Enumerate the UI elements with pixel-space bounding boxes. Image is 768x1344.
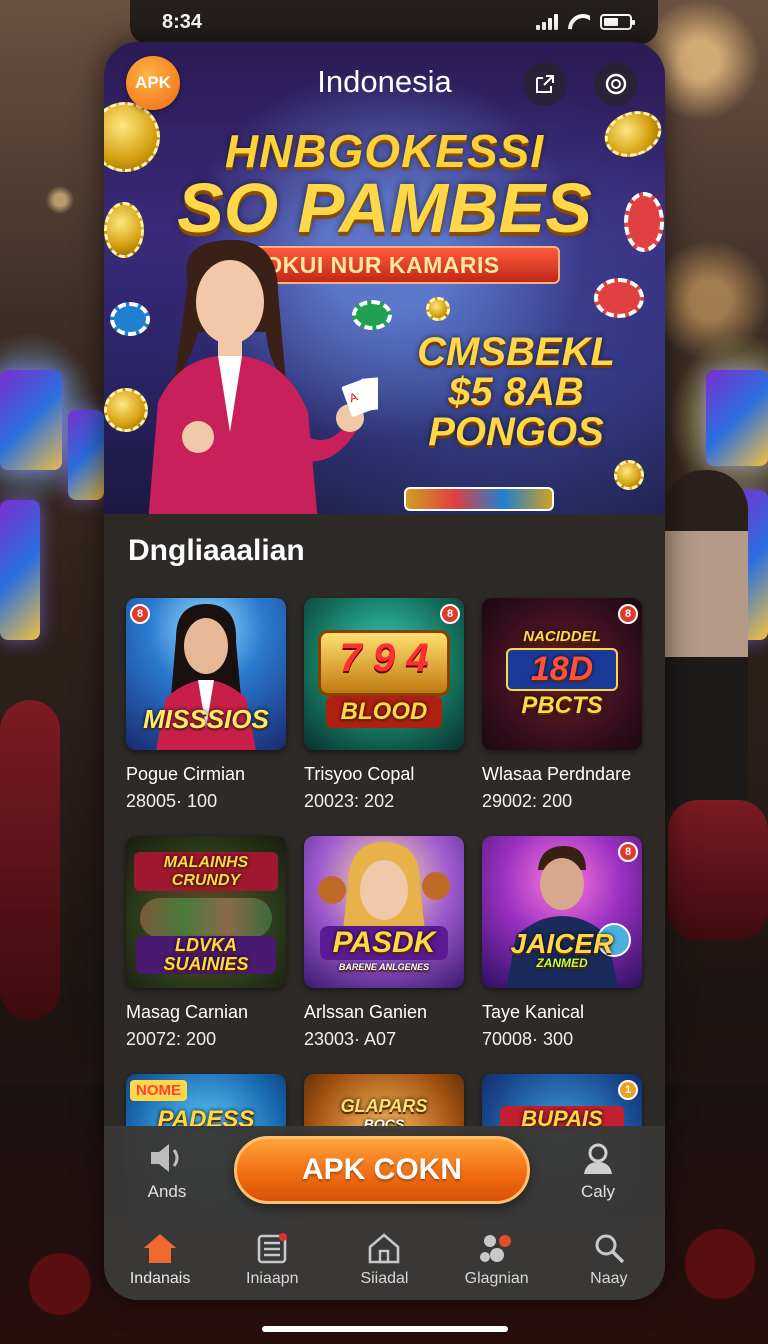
- chair-right: [668, 800, 768, 940]
- game-title: Arlssan Ganien: [304, 1002, 428, 1022]
- status-icons: [536, 14, 635, 30]
- game-meta: 70008· 300: [482, 1029, 574, 1049]
- game-title: Taye Kanical: [482, 1002, 585, 1022]
- game-art-reels: 7 9 4: [339, 636, 429, 680]
- game-art-bottom: PBCTS: [521, 692, 603, 719]
- game-art-bottom: ZANMED: [536, 956, 588, 970]
- game-badge: 8: [618, 842, 638, 862]
- tab-label: Naay: [590, 1270, 628, 1287]
- game-meta: 23003· A07: [304, 1029, 397, 1049]
- action-bar: Ands APK COKN Caly: [104, 1126, 665, 1218]
- sound-label: Ands: [147, 1182, 187, 1201]
- game-meta: 20072: 200: [126, 1029, 217, 1049]
- game-art-title: PASDK: [320, 926, 448, 960]
- share-icon: [536, 75, 554, 93]
- game-art-bottom: BARENE ANLGENES: [338, 962, 430, 972]
- slot-machine-left-2: [68, 410, 104, 500]
- call-action[interactable]: Caly: [553, 1140, 643, 1202]
- slot-machine-right: [706, 370, 768, 466]
- game-art-title: MISSSIOS: [143, 704, 269, 734]
- call-label: Caly: [580, 1182, 615, 1201]
- apk-download-button[interactable]: APK COKN: [234, 1136, 530, 1204]
- tab-label: Siiadal: [360, 1270, 409, 1287]
- game-art-title: BLOOD: [326, 696, 442, 728]
- support-button[interactable]: [594, 62, 638, 106]
- tab-home[interactable]: Indanais: [110, 1230, 210, 1288]
- game-card[interactable]: NACIDDEL 18D PBCTS 8 Wlasaa Perdndare 29…: [482, 598, 644, 836]
- game-title: Wlasaa Perdndare: [482, 764, 632, 784]
- search-icon: [595, 1234, 625, 1264]
- game-card[interactable]: 8 MISSSIOS Pogue Cirmian 28005· 100: [126, 598, 288, 836]
- game-card[interactable]: MALAINHS CRUNDY LDVKA SUAINIES Masag Car…: [126, 836, 288, 1074]
- user-support-icon: [584, 1143, 612, 1174]
- tab-search[interactable]: Naay: [559, 1230, 659, 1288]
- section-title: Dngliaaalian: [128, 534, 305, 567]
- game-thumbnail[interactable]: PASDK BARENE ANLGENES: [304, 836, 464, 988]
- house-outline-icon: [369, 1233, 400, 1264]
- seated-person: [664, 470, 748, 810]
- tab-label: Indanais: [129, 1270, 191, 1287]
- game-badge: 8: [618, 604, 638, 624]
- status-bar: 8:34: [130, 0, 658, 44]
- wifi-icon: [568, 14, 590, 30]
- battery-icon: [600, 14, 635, 30]
- game-art-title: 18D: [506, 648, 618, 691]
- game-meta: 28005· 100: [126, 791, 218, 811]
- clock: 8:34: [162, 10, 203, 33]
- home-indicator[interactable]: [262, 1326, 508, 1332]
- signal-icon: [536, 14, 558, 30]
- game-art-top: MALAINHS CRUNDY: [134, 852, 278, 892]
- game-art-title: GLAPARS: [340, 1096, 428, 1116]
- game-title: Trisyoo Copal: [304, 764, 415, 784]
- slot-machine-left-3: [0, 500, 40, 640]
- home-icon: [144, 1234, 177, 1263]
- game-card[interactable]: 7 9 4 BLOOD 8 Trisyoo Copal 20023: 202: [304, 598, 466, 836]
- hostess-illustration: A: [148, 239, 378, 514]
- speaker-icon: [151, 1144, 179, 1172]
- share-button[interactable]: [523, 62, 567, 106]
- game-meta: 20023: 202: [304, 791, 395, 811]
- game-thumbnail[interactable]: NACIDDEL 18D PBCTS 8: [482, 598, 642, 750]
- game-card[interactable]: 8 JAICER ZANMED Taye Kanical 70008· 300: [482, 836, 644, 1074]
- game-art-top: NOME: [130, 1080, 187, 1101]
- game-art-top: NACIDDEL: [523, 628, 601, 645]
- game-title: Pogue Cirmian: [126, 764, 246, 784]
- chip-decoration: [594, 278, 644, 318]
- tab-label: Glagnian: [464, 1270, 529, 1287]
- sound-action[interactable]: Ands: [122, 1140, 212, 1202]
- game-thumbnail[interactable]: 7 9 4 BLOOD 8: [304, 598, 464, 750]
- community-icon: [479, 1235, 511, 1262]
- game-art-title: LDVKA SUAINIES: [136, 936, 276, 974]
- character-group: [140, 898, 272, 938]
- page-title: Indonesia: [317, 64, 452, 99]
- bottom-tab-bar: Indanais Iniaapn Siiadal Glagnian Naay: [104, 1218, 665, 1300]
- tab-lobby[interactable]: Siiadal: [334, 1230, 434, 1288]
- news-icon: [257, 1233, 288, 1264]
- chair-left: [0, 700, 60, 1020]
- promo-line-1: CMSBEKL: [417, 330, 615, 374]
- app-screen: APK Indonesia HNBGOKESSI SO PAMBES OKUI …: [104, 42, 665, 1300]
- game-card[interactable]: PASDK BARENE ANLGENES Arlssan Ganien 230…: [304, 836, 466, 1074]
- tab-label: Iniaapn: [246, 1270, 299, 1287]
- headset-icon: [605, 73, 627, 95]
- hero-banner[interactable]: APK Indonesia HNBGOKESSI SO PAMBES OKUI …: [104, 42, 665, 514]
- promo-line-3: PONGOS: [428, 410, 604, 454]
- game-thumbnail[interactable]: 8 JAICER ZANMED: [482, 836, 642, 988]
- game-title: Masag Carnian: [126, 1002, 249, 1022]
- game-meta: 29002: 200: [482, 791, 573, 811]
- game-thumbnail[interactable]: MALAINHS CRUNDY LDVKA SUAINIES: [126, 836, 286, 988]
- game-badge: 8: [440, 604, 460, 624]
- hero-promo: CMSBEKL $5 8AB PONGOS: [391, 332, 641, 452]
- game-badge: 1: [618, 1080, 638, 1100]
- tab-community[interactable]: Glagnian: [447, 1230, 547, 1288]
- tab-news[interactable]: Iniaapn: [222, 1230, 322, 1288]
- chip-stack: [404, 487, 554, 511]
- coin-decoration: [614, 460, 644, 490]
- game-thumbnail[interactable]: 8 MISSSIOS: [126, 598, 286, 750]
- game-badge: 8: [130, 604, 150, 624]
- coin-decoration: [426, 297, 450, 321]
- slot-machine-left: [0, 370, 62, 470]
- promo-line-2: $5 8AB: [448, 370, 584, 414]
